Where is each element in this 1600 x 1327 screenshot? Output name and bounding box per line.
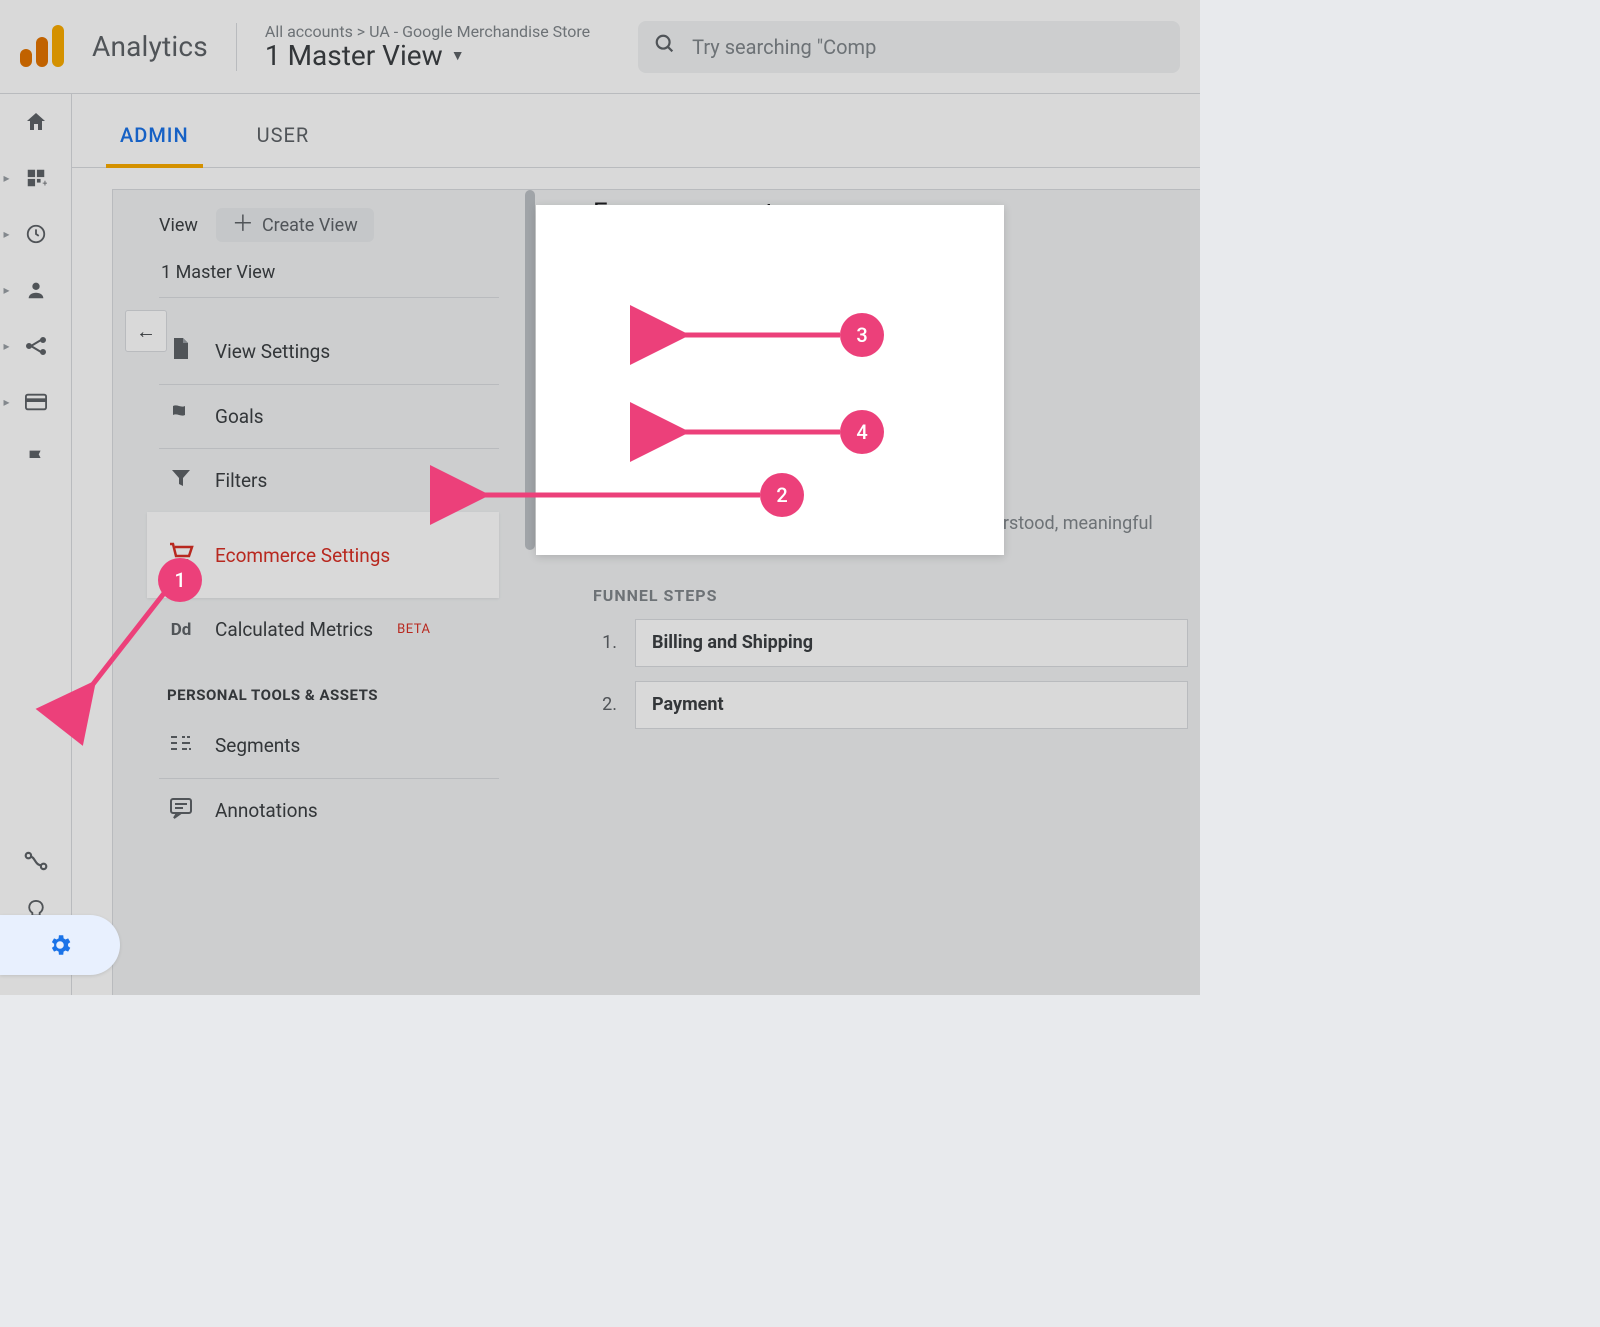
create-view-button[interactable]: ＋ Create View: [216, 208, 374, 242]
search-input[interactable]: [690, 34, 1164, 60]
search-box[interactable]: [638, 21, 1180, 73]
menu-filters[interactable]: Filters: [159, 448, 499, 512]
menu-segments[interactable]: Segments: [159, 714, 499, 778]
plus-icon: ＋: [232, 214, 254, 236]
menu-goals[interactable]: Goals: [159, 384, 499, 448]
card-icon[interactable]: [22, 388, 50, 416]
flag-icon: [167, 403, 195, 430]
product-name: Analytics: [92, 30, 208, 63]
enhanced-ecommerce-toggle[interactable]: ON: [593, 403, 733, 445]
attribution-icon[interactable]: [22, 847, 50, 875]
ecommerce-heading: Ecommerce set-up: [593, 198, 1188, 228]
enhanced-ecommerce-title: Enable Enhanced Ecommerce Reporting: [593, 373, 1188, 397]
mini-nav: +: [0, 94, 72, 995]
svg-text:+: +: [42, 179, 47, 189]
cart-icon: [167, 541, 195, 570]
user-icon[interactable]: [22, 276, 50, 304]
back-button[interactable]: ←: [125, 310, 167, 352]
enable-ecommerce-toggle[interactable]: ON: [593, 311, 733, 353]
menu-annotations[interactable]: Annotations: [159, 778, 499, 842]
funnel-step-input[interactable]: Payment: [635, 681, 1188, 729]
funnel-steps-title: FUNNEL STEPS: [593, 586, 1188, 605]
tab-user[interactable]: USER: [251, 123, 316, 167]
funnel-icon: [167, 467, 195, 494]
document-icon: [167, 337, 195, 366]
ecommerce-settings-panel: Ecommerce set-up Enable Ecommerce Use th…: [593, 198, 1200, 743]
checkout-desc: Create labels for the checkout-funnel st…: [593, 511, 1188, 561]
beta-badge: BETA: [397, 622, 430, 637]
admin-tabs: ADMIN USER: [72, 94, 1200, 168]
menu-view-settings[interactable]: View Settings: [159, 320, 499, 384]
checkout-labeling-heading: Checkout Labeling optio: [593, 465, 1188, 493]
menu-ecommerce-settings[interactable]: Ecommerce Settings: [147, 512, 499, 598]
header: Analytics All accounts > UA - Google Mer…: [0, 0, 1200, 94]
dashboard-icon[interactable]: +: [22, 164, 50, 192]
funnel-step-row: 2. Payment: [593, 681, 1188, 729]
menu-calculated-metrics[interactable]: Dd Calculated Metrics BETA: [159, 598, 499, 662]
view-picker[interactable]: All accounts > UA - Google Merchandise S…: [265, 22, 590, 72]
dd-icon: Dd: [167, 620, 195, 640]
analytics-logo: [20, 27, 64, 67]
caret-down-icon: ▼: [451, 47, 465, 64]
view-dropdown[interactable]: 1 Master View: [159, 248, 499, 298]
view-label: View: [159, 215, 198, 236]
enable-ecommerce-title: Enable Ecommerce: [593, 242, 1188, 266]
annotation-icon: [167, 797, 195, 824]
funnel-step-row: 1. Billing and Shipping: [593, 619, 1188, 667]
view-name: 1 Master View: [265, 39, 443, 72]
enable-ecommerce-desc: Use the Ecommerce developer reference gu…: [593, 272, 1188, 297]
personal-tools-section: PERSONAL TOOLS & ASSETS: [167, 686, 499, 704]
flag-icon[interactable]: [22, 444, 50, 472]
admin-gear-button[interactable]: [0, 915, 120, 975]
scrollbar[interactable]: [525, 190, 535, 550]
segments-icon: [167, 733, 195, 758]
branch-icon[interactable]: [22, 332, 50, 360]
tab-admin[interactable]: ADMIN: [114, 123, 195, 167]
search-icon: [654, 33, 676, 61]
home-icon[interactable]: [22, 108, 50, 136]
clock-icon[interactable]: [22, 220, 50, 248]
funnel-step-input[interactable]: Billing and Shipping: [635, 619, 1188, 667]
view-column: View ＋ Create View 1 Master View ←: [159, 202, 499, 842]
